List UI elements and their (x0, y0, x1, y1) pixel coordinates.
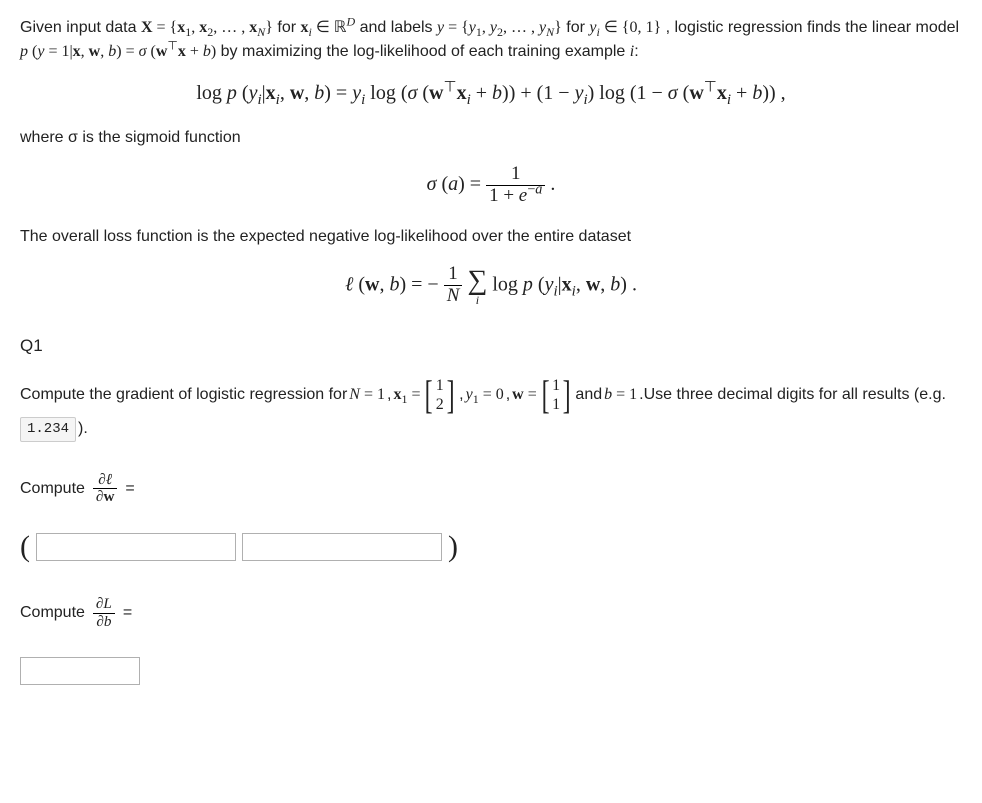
intro-text: Given input data (20, 19, 141, 36)
intro-math-X: X = {x1, x2, … , xN} (141, 19, 273, 36)
q1-tail: .Use three decimal digits for all result… (639, 383, 946, 407)
intro-text: and labels (360, 19, 437, 36)
intro-math-model: p (y = 1|x, w, b) = σ (w⊤x + b) (20, 43, 216, 60)
q1-x1: x1 = (393, 383, 420, 407)
compute-dLdb-label: Compute ∂L ∂b = (20, 596, 132, 630)
intro-text: by maximizing the log-likelihood of each… (221, 43, 630, 60)
compute-dldw-label: Compute ∂ℓ ∂w = (20, 472, 135, 506)
q1-N: N = 1 (349, 383, 385, 407)
intro-text: for (566, 19, 589, 36)
compute2-num: ∂L (93, 596, 115, 614)
compute-text: Compute (20, 601, 85, 625)
sum-symbol: ∑ (467, 274, 487, 288)
intro-text: for (277, 19, 300, 36)
equation-sigmoid: σ (a) = 1 1 + e−a . (20, 164, 962, 207)
q1-y1: y1 = 0 (466, 383, 504, 407)
intro-colon: : (634, 43, 638, 60)
equation-loss: ℓ (w, b) = − 1 N ∑ i log p (yi|xi, w, b)… (20, 263, 962, 309)
q1-and: and (575, 383, 602, 407)
q1-w-matrix: [ 11 ] (539, 376, 574, 414)
answer-dldw-row: ( ) (20, 532, 962, 562)
q1-tail2: ). (78, 417, 88, 441)
equation-loglikelihood: log p (yi|xi, w, b) = yi log (σ (w⊤xi + … (20, 78, 962, 108)
close-paren: ) (448, 532, 458, 562)
sigmoid-intro: where σ is the sigmoid function (20, 126, 962, 150)
intro-math-yi: yi ∈ {0, 1} (589, 19, 661, 36)
answer-dLdb-row (20, 657, 962, 685)
compute2-eq: = (123, 601, 132, 625)
compute1-num: ∂ℓ (93, 472, 117, 490)
q1-b: b = 1 (604, 383, 637, 407)
loss-intro: The overall loss function is the expecte… (20, 225, 962, 249)
dldw-input-2[interactable] (242, 533, 442, 561)
intro-math-y: y = {y1, y2, … , yN} (437, 19, 562, 36)
sigmoid-den: 1 + e−a (486, 186, 545, 207)
q1-x1-matrix: [ 12 ] (422, 376, 457, 414)
intro-math-xi: xi ∈ ℝD (301, 19, 356, 36)
compute2-den: ∂b (93, 614, 115, 631)
dldw-input-1[interactable] (36, 533, 236, 561)
q1-heading: Q1 (20, 333, 962, 359)
dLdb-input[interactable] (20, 657, 140, 685)
loss-frac-num: 1 (444, 264, 463, 286)
sigmoid-tail: . (550, 173, 555, 195)
loss-frac-den: N (444, 286, 463, 307)
compute-text: Compute (20, 477, 85, 501)
q1-w: w = (512, 383, 537, 407)
intro-text: , logistic regression finds the linear m… (666, 19, 959, 36)
open-paren: ( (20, 532, 30, 562)
compute1-eq: = (125, 477, 134, 501)
intro-paragraph: Given input data X = {x1, x2, … , xN} fo… (20, 16, 962, 64)
q1-prompt: Compute the gradient of logistic regress… (20, 376, 962, 441)
q1-text: Compute the gradient of logistic regress… (20, 383, 347, 407)
compute1-den: ∂w (93, 489, 117, 506)
example-code: 1.234 (20, 417, 76, 442)
